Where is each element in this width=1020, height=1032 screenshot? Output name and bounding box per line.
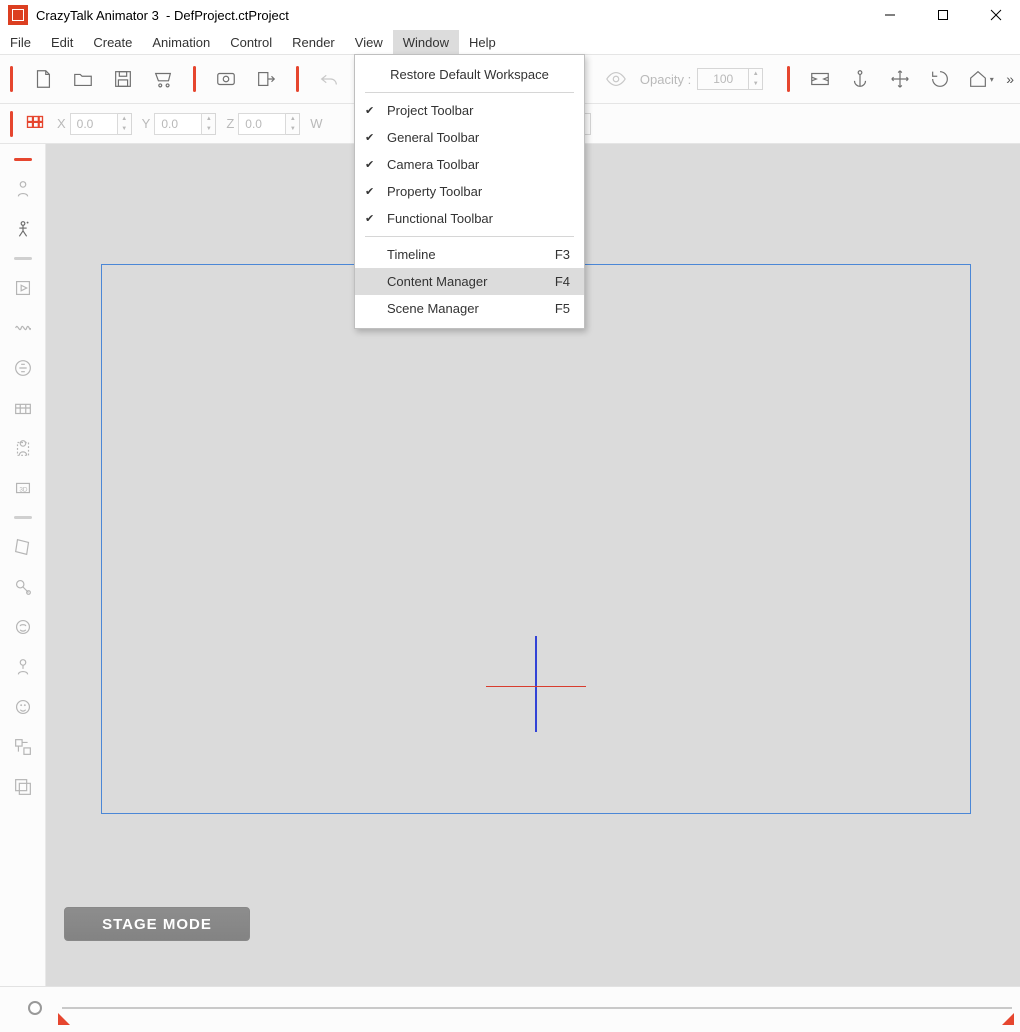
undo-icon[interactable]	[313, 63, 345, 95]
z-spinner[interactable]: ▲▼	[286, 113, 300, 135]
menu-file[interactable]: File	[0, 30, 41, 54]
menu-bar: FileEditCreateAnimationControlRenderView…	[0, 30, 1020, 54]
maximize-button[interactable]	[920, 0, 965, 30]
puppet-tool-icon[interactable]	[7, 651, 39, 683]
w-label: W	[310, 116, 322, 131]
layer-tool-icon[interactable]	[7, 771, 39, 803]
menu-window[interactable]: Window	[393, 30, 459, 54]
stage-mode-badge[interactable]: STAGE MODE	[64, 907, 250, 941]
new-file-icon[interactable]	[27, 63, 59, 95]
menu-separator	[365, 236, 574, 237]
timeline-playhead[interactable]	[28, 1001, 42, 1015]
paper-tool-icon[interactable]	[7, 531, 39, 563]
anchor-icon[interactable]	[844, 63, 876, 95]
x-spinner[interactable]: ▲▼	[118, 113, 132, 135]
origin-axis-vertical	[535, 636, 537, 732]
toolbar-separator	[10, 66, 13, 92]
opacity-label: Opacity :	[640, 72, 691, 87]
rotate-icon[interactable]	[924, 63, 956, 95]
menu-separator	[365, 92, 574, 93]
z-label: Z	[226, 116, 234, 131]
actor-tool-icon[interactable]	[7, 173, 39, 205]
opacity-spinner[interactable]: ▲▼	[749, 68, 763, 90]
minimize-button[interactable]	[867, 0, 912, 30]
toolbar-separator	[14, 158, 32, 161]
menu-general-toolbar[interactable]: ✔General Toolbar	[355, 124, 584, 151]
y-label: Y	[142, 116, 151, 131]
toolbar-separator	[296, 66, 299, 92]
menu-restore-workspace[interactable]: Restore Default Workspace	[355, 61, 584, 88]
align-tool-icon[interactable]	[7, 731, 39, 763]
grid-tool-icon[interactable]	[7, 392, 39, 424]
close-button[interactable]	[973, 0, 1018, 30]
link-tool-icon[interactable]	[7, 432, 39, 464]
menu-control[interactable]: Control	[220, 30, 282, 54]
audio-tool-icon[interactable]	[7, 312, 39, 344]
menu-project-toolbar[interactable]: ✔Project Toolbar	[355, 97, 584, 124]
x-input[interactable]: 0.0	[70, 113, 118, 135]
menu-help[interactable]: Help	[459, 30, 506, 54]
y-input[interactable]: 0.0	[154, 113, 202, 135]
media-tool-icon[interactable]	[7, 272, 39, 304]
timeline-track[interactable]	[0, 986, 1020, 1032]
preview-icon[interactable]	[210, 63, 242, 95]
timeline-rail	[62, 1007, 1012, 1009]
app-icon	[8, 5, 28, 25]
menu-camera-toolbar[interactable]: ✔Camera Toolbar	[355, 151, 584, 178]
menu-functional-toolbar[interactable]: ✔Functional Toolbar	[355, 205, 584, 232]
toolbar-separator	[193, 66, 196, 92]
paint-tool-icon[interactable]	[7, 571, 39, 603]
camera-frame-icon[interactable]	[804, 63, 836, 95]
left-toolbar: 3D	[0, 144, 46, 986]
menu-view[interactable]: View	[345, 30, 393, 54]
cart-icon[interactable]	[147, 63, 179, 95]
z-input[interactable]: 0.0	[238, 113, 286, 135]
text-tool-icon[interactable]	[7, 352, 39, 384]
menu-scene-manager[interactable]: Scene ManagerF5	[355, 295, 584, 322]
grid-snap-icon[interactable]	[23, 112, 47, 136]
menu-animation[interactable]: Animation	[142, 30, 220, 54]
toolbar-overflow-icon[interactable]: »	[1006, 71, 1014, 87]
x-label: X	[57, 116, 66, 131]
visibility-icon[interactable]	[600, 63, 632, 95]
menu-render[interactable]: Render	[282, 30, 345, 54]
svg-text:3D: 3D	[19, 487, 28, 494]
menu-property-toolbar[interactable]: ✔Property Toolbar	[355, 178, 584, 205]
toolbar-separator	[10, 111, 13, 137]
move-icon[interactable]	[884, 63, 916, 95]
toolbar-separator	[14, 516, 32, 519]
timeline-start-marker[interactable]	[58, 1013, 70, 1025]
home-icon[interactable]: ▾	[964, 63, 996, 95]
timeline-end-marker[interactable]	[1002, 1013, 1014, 1025]
toolbar-separator	[787, 66, 790, 92]
speech-tool-icon[interactable]	[7, 611, 39, 643]
menu-content-manager[interactable]: Content ManagerF4	[355, 268, 584, 295]
window-menu-dropdown: Restore Default Workspace ✔Project Toolba…	[354, 54, 585, 329]
bone-tool-icon[interactable]	[7, 213, 39, 245]
app-title: CrazyTalk Animator 3 - DefProject.ctProj…	[36, 8, 289, 23]
3d-tool-icon[interactable]: 3D	[7, 472, 39, 504]
opacity-input[interactable]: 100	[697, 68, 749, 90]
export-icon[interactable]	[250, 63, 282, 95]
origin-axis-horizontal	[486, 686, 586, 687]
toolbar-separator	[14, 257, 32, 260]
menu-edit[interactable]: Edit	[41, 30, 83, 54]
save-file-icon[interactable]	[107, 63, 139, 95]
y-spinner[interactable]: ▲▼	[202, 113, 216, 135]
title-bar: CrazyTalk Animator 3 - DefProject.ctProj…	[0, 0, 1020, 30]
menu-timeline[interactable]: TimelineF3	[355, 241, 584, 268]
open-file-icon[interactable]	[67, 63, 99, 95]
face-tool-icon[interactable]	[7, 691, 39, 723]
menu-create[interactable]: Create	[83, 30, 142, 54]
